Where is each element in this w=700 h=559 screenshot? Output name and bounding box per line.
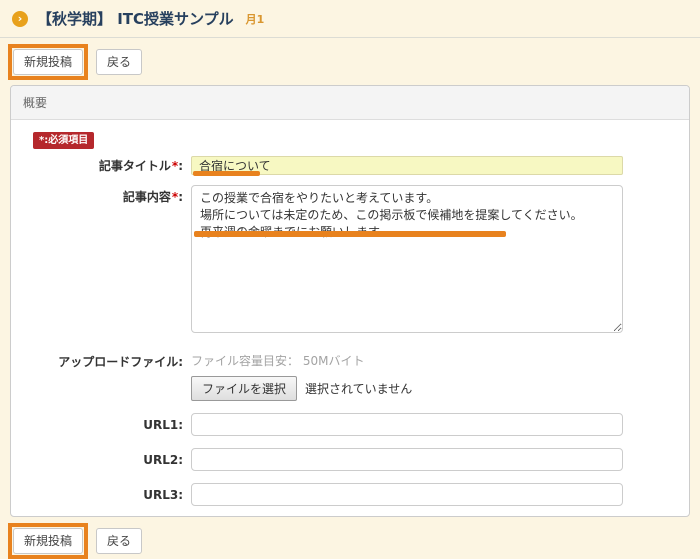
url1-row: URL1: [11, 413, 689, 436]
article-content-label-text: 記事内容 [123, 190, 171, 204]
file-picker: ファイルを選択 選択されていません [191, 376, 623, 401]
upload-file-label: アップロードファイル: [11, 350, 191, 370]
new-post-button-bottom[interactable]: 新規投稿 [13, 528, 83, 554]
toolbar-bottom: 新規投稿 戻る [8, 524, 700, 558]
url2-row: URL2: [11, 448, 689, 471]
article-title-label: 記事タイトル*: [11, 157, 191, 174]
annotation-underline-content [194, 231, 506, 237]
article-title-row: 記事タイトル*: [11, 156, 689, 175]
overview-panel: 概要 *:必須項目 記事タイトル*: 記事内容*: この授業で合宿をやりたいと考… [10, 85, 690, 517]
label-colon: : [178, 159, 183, 173]
annotation-highlight-box-top: 新規投稿 [8, 44, 88, 80]
file-select-button[interactable]: ファイルを選択 [191, 376, 297, 401]
url3-input[interactable] [191, 483, 623, 506]
file-size-hint: ファイル容量目安： 50Mバイト [191, 350, 623, 369]
panel-header: 概要 [11, 86, 689, 120]
course-period-badge: 月1 [246, 11, 265, 27]
article-content-textarea[interactable]: この授業で合宿をやりたいと考えています。 場所については未定のため、この掲示板で… [191, 185, 623, 333]
url1-label: URL1: [11, 418, 191, 432]
upload-file-row: アップロードファイル: ファイル容量目安： 50Mバイト ファイルを選択 選択さ… [11, 350, 689, 401]
annotation-highlight-box-bottom: 新規投稿 [8, 523, 88, 559]
label-colon: : [178, 190, 183, 204]
article-title-label-text: 記事タイトル [99, 159, 171, 173]
url2-label: URL2: [11, 453, 191, 467]
new-post-button-top[interactable]: 新規投稿 [13, 49, 83, 75]
file-selected-status: 選択されていません [305, 380, 412, 397]
forward-arrow-icon: › [12, 11, 28, 27]
panel-body: *:必須項目 記事タイトル*: 記事内容*: この授業で合宿をやりたいと考えてい… [11, 120, 689, 516]
url3-label: URL3: [11, 488, 191, 502]
page-header: › 【秋学期】 ITC授業サンプル 月1 [0, 0, 700, 38]
required-items-badge: *:必須項目 [33, 132, 94, 149]
annotation-underline-title [193, 171, 260, 176]
article-content-label: 記事内容*: [11, 185, 191, 205]
url1-input[interactable] [191, 413, 623, 436]
url2-input[interactable] [191, 448, 623, 471]
back-button-bottom[interactable]: 戻る [96, 528, 142, 554]
page-title: 【秋学期】 ITC授業サンプル [37, 8, 234, 29]
back-button-top[interactable]: 戻る [96, 49, 142, 75]
url3-row: URL3: [11, 483, 689, 506]
toolbar-top: 新規投稿 戻る [8, 45, 700, 79]
article-content-row: 記事内容*: この授業で合宿をやりたいと考えています。 場所については未定のため… [11, 185, 689, 336]
